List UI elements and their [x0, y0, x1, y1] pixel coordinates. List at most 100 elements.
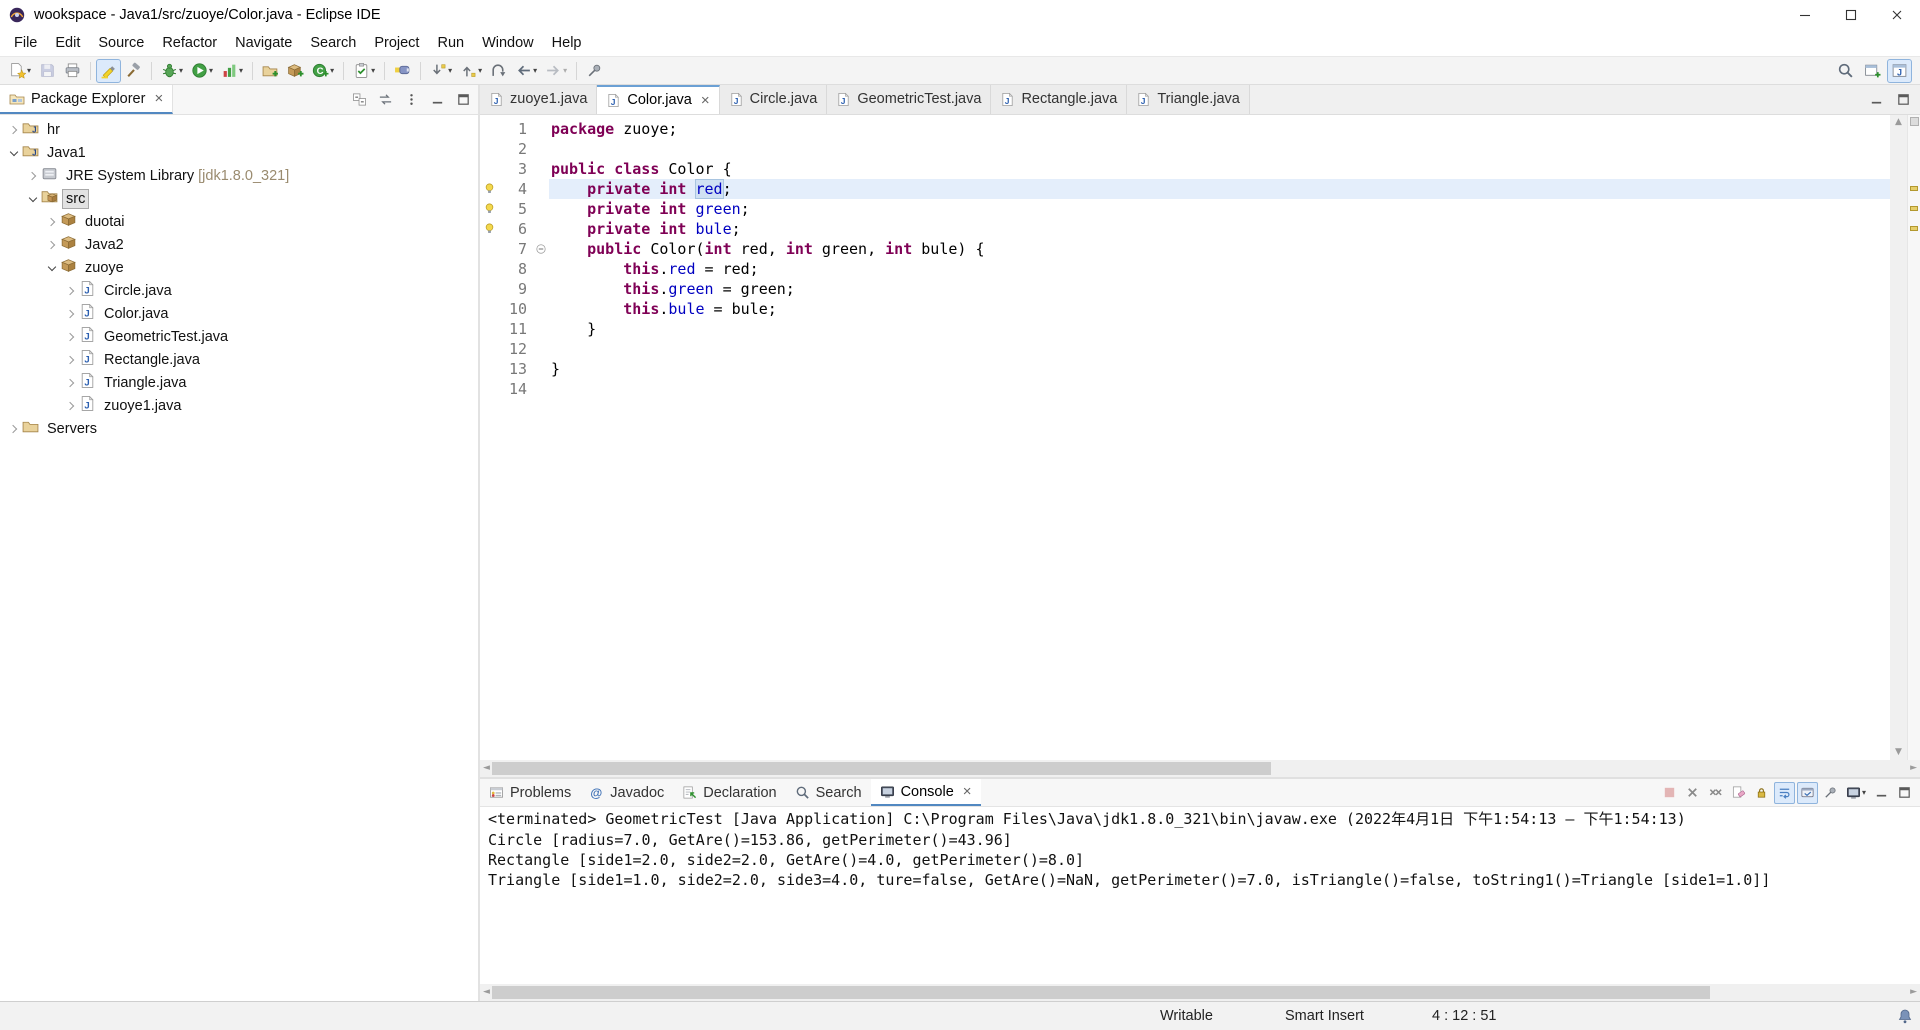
close-tab-icon[interactable]: ×	[701, 93, 710, 108]
scroll-left-icon[interactable]: ◄	[483, 764, 490, 773]
editor-hscroll-thumb[interactable]	[491, 762, 1271, 776]
tree-item-circle-java[interactable]: J Circle.java	[0, 279, 478, 302]
tree-item-src[interactable]: src	[0, 187, 478, 210]
code-line[interactable]: this.red = red;	[549, 259, 1890, 279]
editor-tab-color-java[interactable]: J Color.java ×	[597, 85, 720, 114]
code-line[interactable]: private int red;	[549, 178, 1890, 199]
expander-closed-icon[interactable]	[44, 237, 59, 252]
dropdown-arrow-icon[interactable]: ▾	[448, 66, 452, 75]
tree-item-color-java[interactable]: J Color.java	[0, 302, 478, 325]
code-area[interactable]: package zuoye; public class Color { priva…	[549, 115, 1890, 760]
dropdown-arrow-icon[interactable]: ▾	[563, 66, 567, 75]
menu-edit[interactable]: Edit	[46, 32, 89, 54]
tree-item-java1[interactable]: J Java1	[0, 141, 478, 164]
overview-warning-mark[interactable]	[1910, 205, 1918, 211]
expander-closed-icon[interactable]	[63, 375, 78, 390]
console-tab-console[interactable]: Console ×	[870, 779, 981, 806]
search-all-button[interactable]	[1833, 59, 1858, 83]
expander-closed-icon[interactable]	[25, 168, 40, 183]
code-line[interactable]	[549, 139, 1890, 159]
expander-open-icon[interactable]	[44, 260, 59, 275]
dropdown-arrow-icon[interactable]: ▾	[27, 66, 31, 75]
code-line[interactable]: package zuoye;	[549, 119, 1890, 139]
dropdown-arrow-icon[interactable]: ▾	[533, 66, 537, 75]
maximize-panel-button[interactable]	[1894, 782, 1915, 804]
tree-item-zuoye1-java[interactable]: Jzuoye1.java	[0, 394, 478, 417]
editor-hscrollbar[interactable]: ◄ ►	[480, 760, 1920, 777]
dropdown-arrow-icon[interactable]: ▾	[371, 66, 375, 75]
search-button[interactable]	[390, 59, 415, 83]
open-task-button[interactable]: ▾	[349, 59, 379, 83]
editor-tab-geometrictest-java[interactable]: J GeometricTest.java	[827, 85, 992, 114]
fold-marker[interactable]	[532, 239, 549, 259]
clear-console-button[interactable]	[1728, 782, 1749, 804]
expander-closed-icon[interactable]	[63, 329, 78, 344]
minimize-button[interactable]	[1782, 0, 1828, 30]
expander-closed-icon[interactable]	[63, 398, 78, 413]
editor-tab-circle-java[interactable]: J Circle.java	[719, 85, 828, 114]
dropdown-arrow-icon[interactable]: ▾	[1862, 788, 1866, 797]
expander-closed-icon[interactable]	[63, 306, 78, 321]
console-hscroll-track[interactable]	[491, 986, 1908, 999]
code-line[interactable]: public class Color {	[549, 159, 1890, 179]
debug-button[interactable]: ▾	[157, 59, 187, 83]
menu-navigate[interactable]: Navigate	[226, 32, 301, 54]
new-class-button[interactable]: C ▾	[308, 59, 338, 83]
menu-window[interactable]: Window	[473, 32, 543, 54]
expander-closed-icon[interactable]	[63, 352, 78, 367]
new-wizard-button[interactable]: ▾	[5, 59, 35, 83]
code-line[interactable]: this.green = green;	[549, 279, 1890, 299]
prev-annotation-button[interactable]: ▾	[456, 59, 486, 83]
warning-marker[interactable]	[480, 179, 499, 199]
code-line[interactable]	[549, 379, 1890, 399]
maximize-button[interactable]	[1828, 0, 1874, 30]
open-perspective-button[interactable]	[1860, 59, 1885, 83]
menu-source[interactable]: Source	[89, 32, 153, 54]
console-scroll-right-icon[interactable]: ►	[1910, 988, 1917, 997]
tree-item-zuoye[interactable]: zuoye	[0, 256, 478, 279]
console-tab-declaration[interactable]: Declaration	[673, 779, 785, 806]
editor-tab-zuoye1-java[interactable]: Jzuoye1.java	[480, 85, 598, 114]
stop-button[interactable]	[1659, 782, 1680, 804]
console-hscrollbar[interactable]: ◄ ►	[480, 984, 1920, 1001]
scroll-down-icon[interactable]: ▼	[1895, 748, 1902, 757]
coverage-button[interactable]: ▾	[217, 59, 247, 83]
console-tab-search[interactable]: Search	[786, 779, 871, 806]
remove-all-launches-button[interactable]	[1705, 782, 1726, 804]
console-tab-javadoc[interactable]: @ Javadoc	[580, 779, 673, 806]
overview-ruler[interactable]	[1907, 114, 1920, 761]
console-scroll-left-icon[interactable]: ◄	[483, 988, 490, 997]
pin-console-button[interactable]	[1820, 782, 1841, 804]
word-wrap-button[interactable]	[1773, 781, 1795, 804]
scroll-right-icon[interactable]: ►	[1910, 764, 1917, 773]
console-hscroll-thumb[interactable]	[491, 986, 1710, 999]
show-on-output-button[interactable]	[1796, 781, 1818, 804]
minimize-panel-button[interactable]	[1871, 782, 1892, 804]
menu-search[interactable]: Search	[301, 32, 365, 54]
code-line[interactable]: public Color(int red, int green, int bul…	[549, 239, 1890, 259]
overview-warning-mark[interactable]	[1910, 185, 1918, 191]
expander-closed-icon[interactable]	[63, 283, 78, 298]
menu-run[interactable]: Run	[428, 32, 473, 54]
java-perspective-button[interactable]: J	[1887, 58, 1912, 83]
next-annotation-button[interactable]: ▾	[426, 59, 456, 83]
annotation-config-icon[interactable]	[1910, 116, 1919, 126]
code-line[interactable]: private int green;	[549, 199, 1890, 219]
dropdown-arrow-icon[interactable]: ▾	[209, 66, 213, 75]
menu-file[interactable]: File	[5, 32, 46, 54]
minimize-panel-button[interactable]	[1867, 90, 1886, 109]
expander-closed-icon[interactable]	[44, 214, 59, 229]
run-button[interactable]: ▾	[187, 59, 217, 83]
notification-icon[interactable]	[1897, 1008, 1913, 1024]
new-package-button[interactable]	[283, 59, 308, 83]
editor-tab-triangle-java[interactable]: J Triangle.java	[1127, 85, 1250, 114]
tree-item-java2[interactable]: Java2	[0, 233, 478, 256]
editor-vscrollbar[interactable]: ▲ ▼	[1890, 114, 1907, 761]
link-with-editor-button[interactable]	[376, 90, 395, 109]
scroll-up-icon[interactable]: ▲	[1895, 117, 1902, 127]
code-editor[interactable]: 1 2 3 4 5 6 7 8 9 10 11 12 13 14 package zuoye; public…	[480, 114, 1920, 761]
dropdown-arrow-icon[interactable]: ▾	[330, 66, 334, 75]
open-console-button[interactable]: ▾	[1843, 782, 1869, 804]
mark-occurrences-button[interactable]	[96, 58, 122, 83]
expander-open-icon[interactable]	[6, 145, 21, 160]
